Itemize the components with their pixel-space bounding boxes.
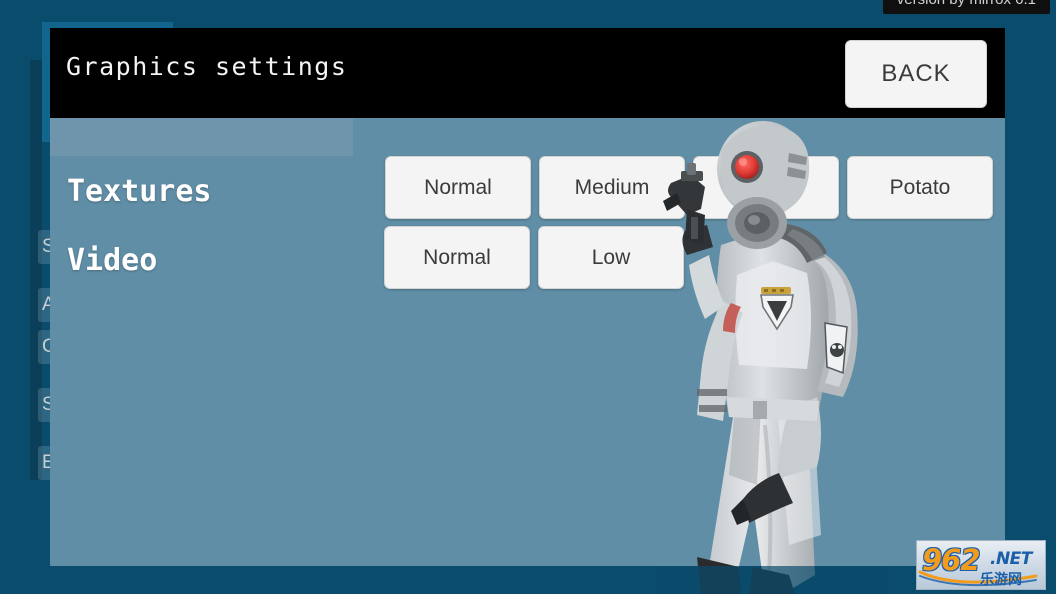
- section-label-textures: Textures: [67, 174, 212, 209]
- game-screen: Start a new game Author Change log Setti…: [0, 0, 1056, 594]
- option-label: Normal: [424, 176, 492, 200]
- page-title: Graphics settings: [66, 52, 347, 81]
- video-option-normal[interactable]: Normal: [384, 226, 530, 289]
- video-option-row: Normal Low: [384, 226, 692, 289]
- site-watermark: 962 .NET 乐游网: [916, 540, 1046, 590]
- watermark-chinese: 乐游网: [980, 569, 1022, 589]
- video-option-low[interactable]: Low: [538, 226, 684, 289]
- back-button[interactable]: BACK: [845, 40, 987, 108]
- section-label-video: Video: [67, 243, 157, 278]
- option-label: Normal: [423, 246, 491, 270]
- textures-option-normal[interactable]: Normal: [385, 156, 531, 219]
- option-label: Medium: [575, 176, 650, 200]
- dialog-header: Graphics settings BACK: [50, 28, 1005, 118]
- dialog-body: Textures Video Normal Medium Low Potato: [50, 118, 1005, 566]
- option-label: Low: [747, 176, 786, 200]
- textures-option-potato[interactable]: Potato: [847, 156, 993, 219]
- option-label: Potato: [890, 176, 951, 200]
- back-button-label: BACK: [881, 60, 950, 88]
- textures-option-low[interactable]: Low: [693, 156, 839, 219]
- watermark-number: 962: [922, 543, 980, 577]
- textures-option-medium[interactable]: Medium: [539, 156, 685, 219]
- option-label: Low: [592, 246, 631, 270]
- graphics-settings-dialog: Graphics settings BACK Textures Video No…: [50, 28, 1005, 566]
- body-tint-block: [50, 118, 353, 156]
- textures-option-row: Normal Medium Low Potato: [385, 156, 1001, 219]
- watermark-net: .NET: [990, 549, 1032, 569]
- version-badge: version by mirrox 6.1: [883, 0, 1050, 14]
